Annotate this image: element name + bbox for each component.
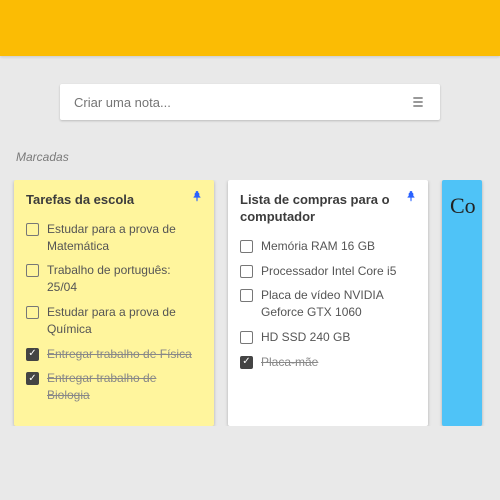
checkbox-icon[interactable] — [26, 264, 39, 277]
checkbox-icon[interactable] — [26, 306, 39, 319]
app-header — [0, 0, 500, 56]
item-text: Placa-mãe — [261, 354, 318, 371]
create-note-box[interactable] — [60, 84, 440, 120]
item-text: Trabalho de português: 25/04 — [47, 262, 202, 296]
list-item[interactable]: Placa de vídeo NVIDIA Geforce GTX 1060 — [240, 287, 416, 321]
list-item[interactable]: Processador Intel Core i5 — [240, 263, 416, 280]
create-note-row — [10, 84, 490, 120]
item-text: Placa de vídeo NVIDIA Geforce GTX 1060 — [261, 287, 416, 321]
list-item[interactable]: Estudar para a prova de Matemática — [26, 221, 202, 255]
main-content: Marcadas Tarefas da escola Estudar para … — [0, 56, 500, 436]
list-item[interactable]: ✓ Entregar trabalho de Física — [26, 346, 202, 363]
item-text: Memória RAM 16 GB — [261, 238, 375, 255]
note-card[interactable]: Co — [442, 180, 482, 426]
pin-icon[interactable] — [190, 190, 204, 204]
item-text: Entregar trabalho de Física — [47, 346, 192, 363]
item-text: Estudar para a prova de Química — [47, 304, 202, 338]
checkbox-icon[interactable] — [26, 223, 39, 236]
note-title: Co — [450, 192, 482, 221]
list-item[interactable]: Estudar para a prova de Química — [26, 304, 202, 338]
checkbox-checked-icon[interactable]: ✓ — [240, 356, 253, 369]
checkbox-icon[interactable] — [240, 265, 253, 278]
list-item[interactable]: ✓ Placa-mãe — [240, 354, 416, 371]
note-card[interactable]: Tarefas da escola Estudar para a prova d… — [14, 180, 214, 426]
item-text: Processador Intel Core i5 — [261, 263, 396, 280]
note-title: Lista de compras para o computador — [240, 192, 416, 226]
item-text: HD SSD 240 GB — [261, 329, 350, 346]
checkbox-icon[interactable] — [240, 289, 253, 302]
section-pinned-label: Marcadas — [16, 150, 490, 164]
list-item[interactable]: Memória RAM 16 GB — [240, 238, 416, 255]
list-item[interactable]: ✓ Entregar trabalho de Biologia — [26, 370, 202, 404]
checkbox-checked-icon[interactable]: ✓ — [26, 372, 39, 385]
list-item[interactable]: Trabalho de português: 25/04 — [26, 262, 202, 296]
checkbox-checked-icon[interactable]: ✓ — [26, 348, 39, 361]
pin-icon[interactable] — [404, 190, 418, 204]
note-title: Tarefas da escola — [26, 192, 202, 209]
item-text: Entregar trabalho de Biologia — [47, 370, 202, 404]
list-icon[interactable] — [410, 94, 426, 110]
checkbox-icon[interactable] — [240, 240, 253, 253]
list-item[interactable]: HD SSD 240 GB — [240, 329, 416, 346]
note-card[interactable]: Lista de compras para o computador Memór… — [228, 180, 428, 426]
notes-container: Tarefas da escola Estudar para a prova d… — [10, 180, 490, 426]
checkbox-icon[interactable] — [240, 331, 253, 344]
item-text: Estudar para a prova de Matemática — [47, 221, 202, 255]
create-note-input[interactable] — [74, 95, 410, 110]
